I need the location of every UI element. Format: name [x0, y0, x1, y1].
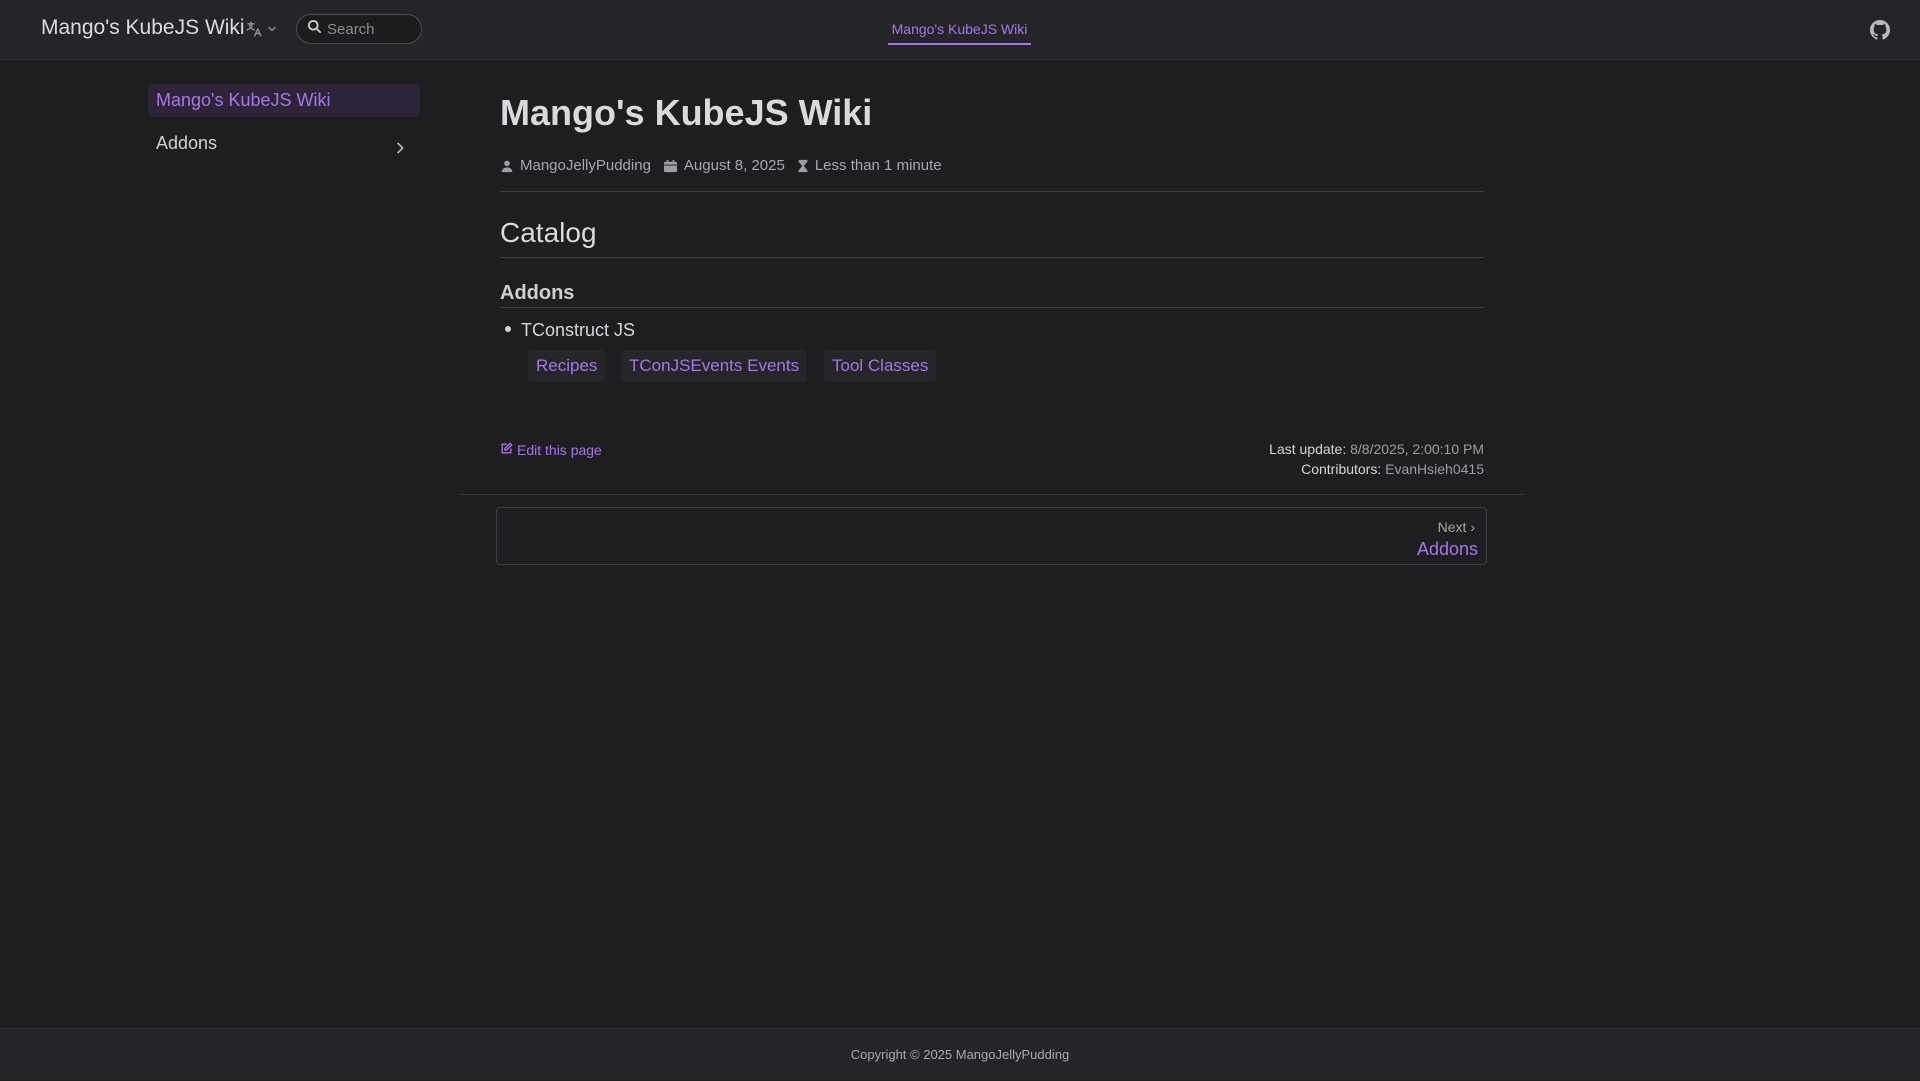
search-input[interactable]	[327, 20, 417, 38]
next-page-link[interactable]: Next › Addons	[496, 507, 1487, 565]
contributors: Contributors: EvanHsieh0415	[1301, 461, 1484, 477]
list-bullet	[505, 326, 511, 333]
search-icon	[297, 19, 322, 39]
edit-icon	[500, 442, 513, 458]
sidebar-item-label: Addons	[156, 133, 218, 153]
sidebar-item-home[interactable]: Mango's KubeJS Wiki	[148, 84, 420, 117]
addons-divider	[500, 307, 1484, 308]
language-switcher[interactable]	[245, 20, 281, 42]
contributors-label: Contributors:	[1301, 461, 1382, 477]
addons-heading: Addons	[500, 282, 575, 304]
github-icon[interactable]	[1870, 20, 1890, 40]
catalog-divider	[500, 257, 1484, 258]
article-date: August 8, 2025	[683, 157, 785, 174]
chevron-right-icon	[392, 135, 408, 165]
top-navbar: Mango's KubeJS Wiki Mango's KubeJS Wiki	[0, 0, 1920, 60]
link-tool-classes[interactable]: Tool Classes	[824, 350, 937, 382]
link-tconjsevents-events[interactable]: TConJSEvents Events	[621, 350, 808, 382]
last-update: Last update: 8/8/2025, 2:00:10 PM	[1269, 441, 1484, 457]
contributors-value: EvanHsieh0415	[1385, 461, 1484, 477]
hourglass-icon	[797, 159, 809, 173]
pager-divider	[460, 494, 1524, 495]
list-item: TConstruct JS	[505, 320, 635, 341]
site-brand-link[interactable]: Mango's KubeJS Wiki	[41, 16, 245, 40]
edit-page-link[interactable]: Edit this page	[500, 442, 602, 458]
page-title: Mango's KubeJS Wiki	[500, 92, 873, 133]
nav-link-home[interactable]: Mango's KubeJS Wiki	[888, 21, 1031, 45]
sidebar-item-addons[interactable]: Addons	[148, 128, 420, 158]
title-divider	[500, 191, 1484, 192]
article-author: MangoJellyPudding	[520, 157, 651, 174]
next-label: Next ›	[1437, 519, 1475, 535]
reading-time: Less than 1 minute	[814, 157, 942, 174]
search-box[interactable]	[296, 14, 422, 44]
chevron-down-icon	[266, 22, 278, 40]
calendar-icon	[663, 159, 678, 173]
copyright-text: Copyright © 2025 MangoJellyPudding	[850, 1047, 1070, 1062]
last-update-value: 8/8/2025, 2:00:10 PM	[1350, 441, 1484, 457]
article-meta: MangoJellyPudding August 8, 2025 Less th…	[500, 157, 942, 174]
next-page-title: Addons	[1416, 539, 1478, 559]
footer: Copyright © 2025 MangoJellyPudding	[0, 1028, 1920, 1080]
link-recipes[interactable]: Recipes	[528, 350, 606, 382]
author-icon	[500, 159, 514, 173]
list-item-label: TConstruct JS	[521, 320, 636, 340]
catalog-heading: Catalog	[500, 217, 597, 248]
translate-icon	[245, 20, 263, 43]
edit-page-label: Edit this page	[517, 442, 602, 458]
last-update-label: Last update:	[1269, 441, 1347, 457]
